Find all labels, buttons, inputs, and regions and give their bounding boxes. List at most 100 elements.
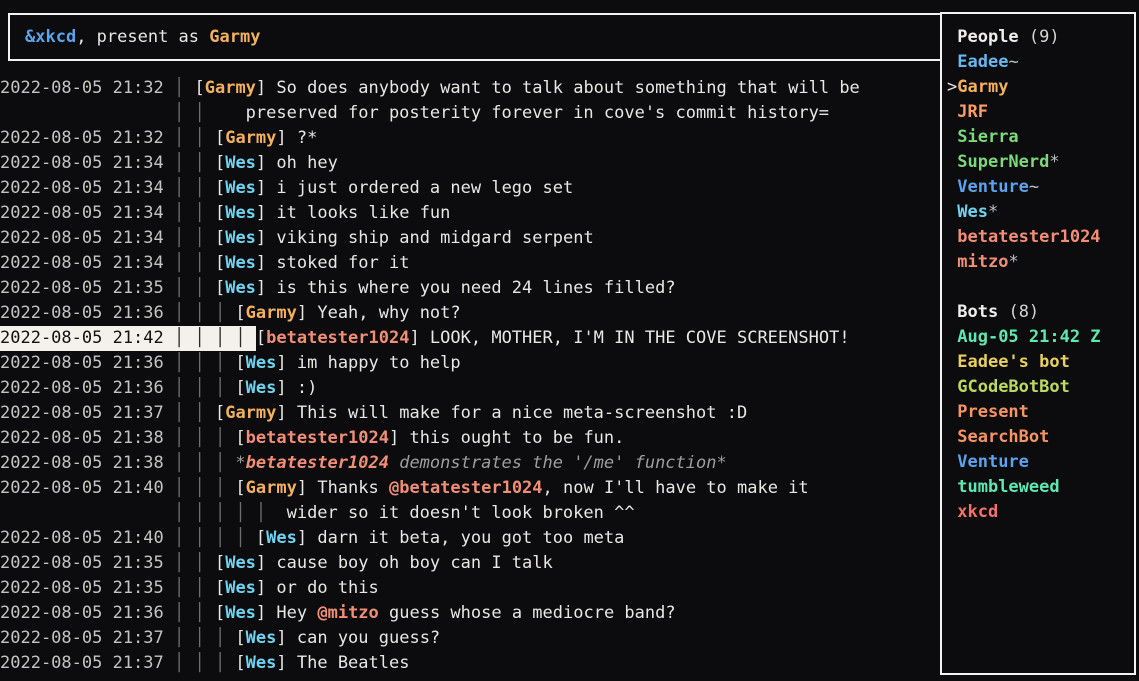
message-text: Hey [276, 603, 317, 623]
person-name: betatester1024 [957, 227, 1100, 247]
message-text: [ [256, 528, 266, 548]
chat-message-row[interactable]: 2022-08-05 21:37 │ │ │ [Wes] can you gue… [0, 626, 938, 651]
chat-message-row[interactable]: 2022-08-05 21:38 │ │ │ *betatester1024 d… [0, 451, 938, 476]
timestamp: 2022-08-05 21:40 [0, 478, 164, 498]
bot-item[interactable]: tumbleweed [947, 475, 1134, 500]
marker-space [947, 227, 957, 247]
person-item[interactable]: SuperNerd* [947, 150, 1134, 175]
bot-item[interactable]: Aug-05 21:42 Z [947, 325, 1134, 350]
bot-name: Venture [957, 452, 1029, 472]
thread-lines: │ │ │ [164, 653, 236, 673]
message-content: [Wes] stoked for it [215, 253, 410, 273]
chat-message-row[interactable]: 2022-08-05 21:35 │ │ [Wes] is this where… [0, 276, 938, 301]
thread-lines: │ │ [164, 603, 215, 623]
chat-message-row[interactable]: 2022-08-05 21:36 │ │ │ [Garmy] Yeah, why… [0, 301, 938, 326]
marker-space [947, 177, 957, 197]
chat-message-row[interactable]: │ │ │ │ │ wider so it doesn't look broke… [0, 501, 938, 526]
chat-message-row[interactable]: 2022-08-05 21:35 │ │ [Wes] or do this [0, 576, 938, 601]
status-suffix: ~ [1008, 52, 1018, 72]
marker-space [947, 127, 957, 147]
message-content: [Garmy] This will make for a nice meta-s… [215, 403, 747, 423]
bot-item[interactable]: xkcd [947, 500, 1134, 525]
chat-message-row[interactable]: 2022-08-05 21:34 │ │ [Wes] viking ship a… [0, 226, 938, 251]
person-name: SuperNerd [957, 152, 1049, 172]
chat-message-row[interactable]: 2022-08-05 21:37 │ │ │ [Wes] The Beatles [0, 651, 938, 676]
chat-message-row[interactable]: 2022-08-05 21:36 │ │ │ [Wes] :) [0, 376, 938, 401]
message-meta: 2022-08-05 21:38 │ │ │ [0, 451, 235, 476]
marker-space [947, 477, 957, 497]
bot-item[interactable]: GCodeBotBot [947, 375, 1134, 400]
person-item[interactable]: Sierra [947, 125, 1134, 150]
person-item[interactable]: JRF [947, 100, 1134, 125]
person-item[interactable]: mitzo* [947, 250, 1134, 275]
message-meta: 2022-08-05 21:36 │ │ │ [0, 376, 235, 401]
marker-space [947, 502, 957, 522]
message-content: [Garmy] Thanks @betatester1024, now I'll… [235, 478, 808, 498]
bot-item[interactable]: Eadee's bot [947, 350, 1134, 375]
thread-lines: │ │ │ [164, 478, 236, 498]
message-text: * [235, 453, 245, 473]
person-item[interactable]: betatester1024 [947, 225, 1134, 250]
nick: Wes [246, 378, 277, 398]
message-content: [Wes] im happy to help [235, 353, 460, 373]
bot-name: Eadee's bot [957, 352, 1070, 372]
nick: Wes [225, 253, 256, 273]
message-text: [ [215, 128, 225, 148]
chat-message-row[interactable]: 2022-08-05 21:36 │ │ [Wes] Hey @mitzo gu… [0, 601, 938, 626]
message-text: [ [215, 603, 225, 623]
message-content: [Wes] cause boy oh boy can I talk [215, 553, 553, 573]
thread-lines: │ [164, 78, 195, 98]
message-text: ] [256, 78, 276, 98]
nick: Wes [225, 178, 256, 198]
message-text: [ [215, 403, 225, 423]
message-text: [ [215, 203, 225, 223]
chat-message-row[interactable]: 2022-08-05 21:42 │ │ │ │ [betatester1024… [0, 326, 938, 351]
message-content: preserved for posterity forever in cove'… [246, 103, 829, 123]
person-item[interactable]: Wes* [947, 200, 1134, 225]
bot-name: xkcd [957, 502, 998, 522]
bot-item[interactable]: Venture [947, 450, 1134, 475]
message-text: ] [276, 128, 296, 148]
message-text: [ [235, 378, 245, 398]
person-item[interactable]: Venture~ [947, 175, 1134, 200]
message-text: guess whose a mediocre band? [379, 603, 676, 623]
chat-message-row[interactable]: 2022-08-05 21:32 │ │ [Garmy] ?* [0, 126, 938, 151]
chat-message-row[interactable]: │ │ preserved for posterity forever in c… [0, 101, 938, 126]
bot-item[interactable]: Present [947, 400, 1134, 425]
bot-item[interactable]: SearchBot [947, 425, 1134, 450]
chat-message-row[interactable]: 2022-08-05 21:37 │ │ [Garmy] This will m… [0, 401, 938, 426]
message-meta: 2022-08-05 21:37 │ │ [0, 401, 215, 426]
message-text: wider so it doesn't look broken ^^ [287, 503, 635, 523]
person-item[interactable]: Eadee~ [947, 50, 1134, 75]
chat-message-row[interactable]: 2022-08-05 21:40 │ │ │ [Garmy] Thanks @b… [0, 476, 938, 501]
message-text: ] [276, 628, 296, 648]
chat-message-row[interactable]: 2022-08-05 21:38 │ │ │ [betatester1024] … [0, 426, 938, 451]
thread-lines: │ │ │ │ [164, 328, 256, 348]
chat-message-row[interactable]: 2022-08-05 21:34 │ │ [Wes] stoked for it [0, 251, 938, 276]
bots-label: Bots [957, 302, 998, 322]
bot-name: Aug-05 21:42 Z [957, 327, 1100, 347]
person-name: Eadee [957, 52, 1008, 72]
timestamp: 2022-08-05 21:40 [0, 528, 164, 548]
thread-lines: │ │ [164, 253, 215, 273]
thread-lines: │ │ [164, 203, 215, 223]
chat-message-row[interactable]: 2022-08-05 21:40 │ │ │ │ [Wes] darn it b… [0, 526, 938, 551]
message-text: oh hey [276, 153, 337, 173]
message-content: *betatester1024 demonstrates the '/me' f… [235, 453, 726, 473]
nick: Garmy [225, 128, 276, 148]
chat-message-row[interactable]: 2022-08-05 21:34 │ │ [Wes] it looks like… [0, 201, 938, 226]
thread-lines: │ │ [164, 578, 215, 598]
chat-message-row[interactable]: 2022-08-05 21:32 │ [Garmy] So does anybo… [0, 76, 938, 101]
chat-message-row[interactable]: 2022-08-05 21:36 │ │ │ [Wes] im happy to… [0, 351, 938, 376]
timestamp: 2022-08-05 21:36 [0, 353, 164, 373]
message-text: The Beatles [297, 653, 410, 673]
chat-message-row[interactable]: 2022-08-05 21:34 │ │ [Wes] oh hey [0, 151, 938, 176]
chat-message-row[interactable]: 2022-08-05 21:34 │ │ [Wes] i just ordere… [0, 176, 938, 201]
message-text: ] [276, 403, 296, 423]
chat-message-row[interactable]: 2022-08-05 21:35 │ │ [Wes] cause boy oh … [0, 551, 938, 576]
person-name: Garmy [957, 77, 1008, 97]
message-text: [ [215, 153, 225, 173]
message-text: [ [235, 628, 245, 648]
person-item[interactable]: >Garmy [947, 75, 1134, 100]
marker-space [947, 427, 957, 447]
